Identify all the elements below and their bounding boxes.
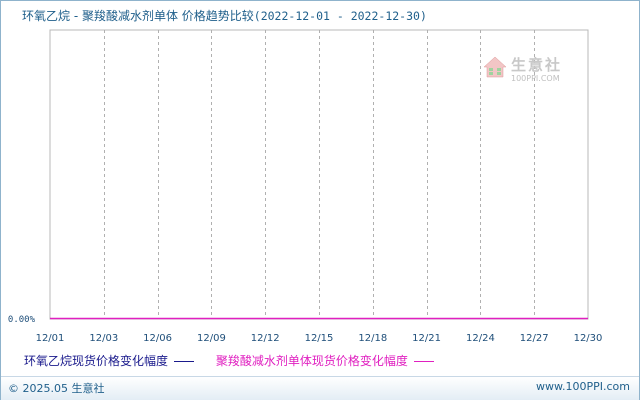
legend-swatch-series2 [413, 361, 434, 362]
x-tick-label: 12/24 [466, 333, 495, 344]
y-tick-label: 0.00% [8, 315, 36, 325]
x-tick-label: 12/12 [251, 333, 280, 344]
footer-website-link[interactable]: www.100PPI.com [536, 380, 630, 393]
watermark-name: 生意社 [511, 56, 563, 74]
legend-item-series1: 环氧乙烷现货价格变化幅度 [24, 352, 195, 369]
x-tick-label: 12/06 [143, 333, 172, 344]
legend-label-series2: 聚羧酸减水剂单体现货价格变化幅度 [215, 354, 408, 368]
x-tick-label: 12/03 [89, 333, 118, 344]
x-tick-label: 12/18 [358, 333, 387, 344]
footer-copyright: © 2025.05 生意社 [8, 382, 105, 395]
x-tick-label: 12/27 [520, 333, 549, 344]
x-tick-label: 12/21 [412, 333, 441, 344]
watermark-url: 100PPI.COM [511, 74, 560, 83]
x-tick-label: 12/09 [197, 333, 226, 344]
legend-item-series2: 聚羧酸减水剂单体现货价格变化幅度 [216, 352, 434, 369]
legend-label-series1: 环氧乙烷现货价格变化幅度 [24, 354, 169, 368]
x-tick-label: 12/01 [36, 333, 65, 344]
x-tick-label: 12/30 [574, 333, 603, 344]
watermark: 生意社 100PPI.COM [483, 54, 578, 90]
x-tick-label: 12/15 [305, 333, 334, 344]
legend-swatch-series1 [174, 361, 195, 362]
chart-legend: 环氧乙烷现货价格变化幅度 聚羧酸减水剂单体现货价格变化幅度 [24, 352, 452, 369]
house-logo-icon [483, 56, 507, 78]
